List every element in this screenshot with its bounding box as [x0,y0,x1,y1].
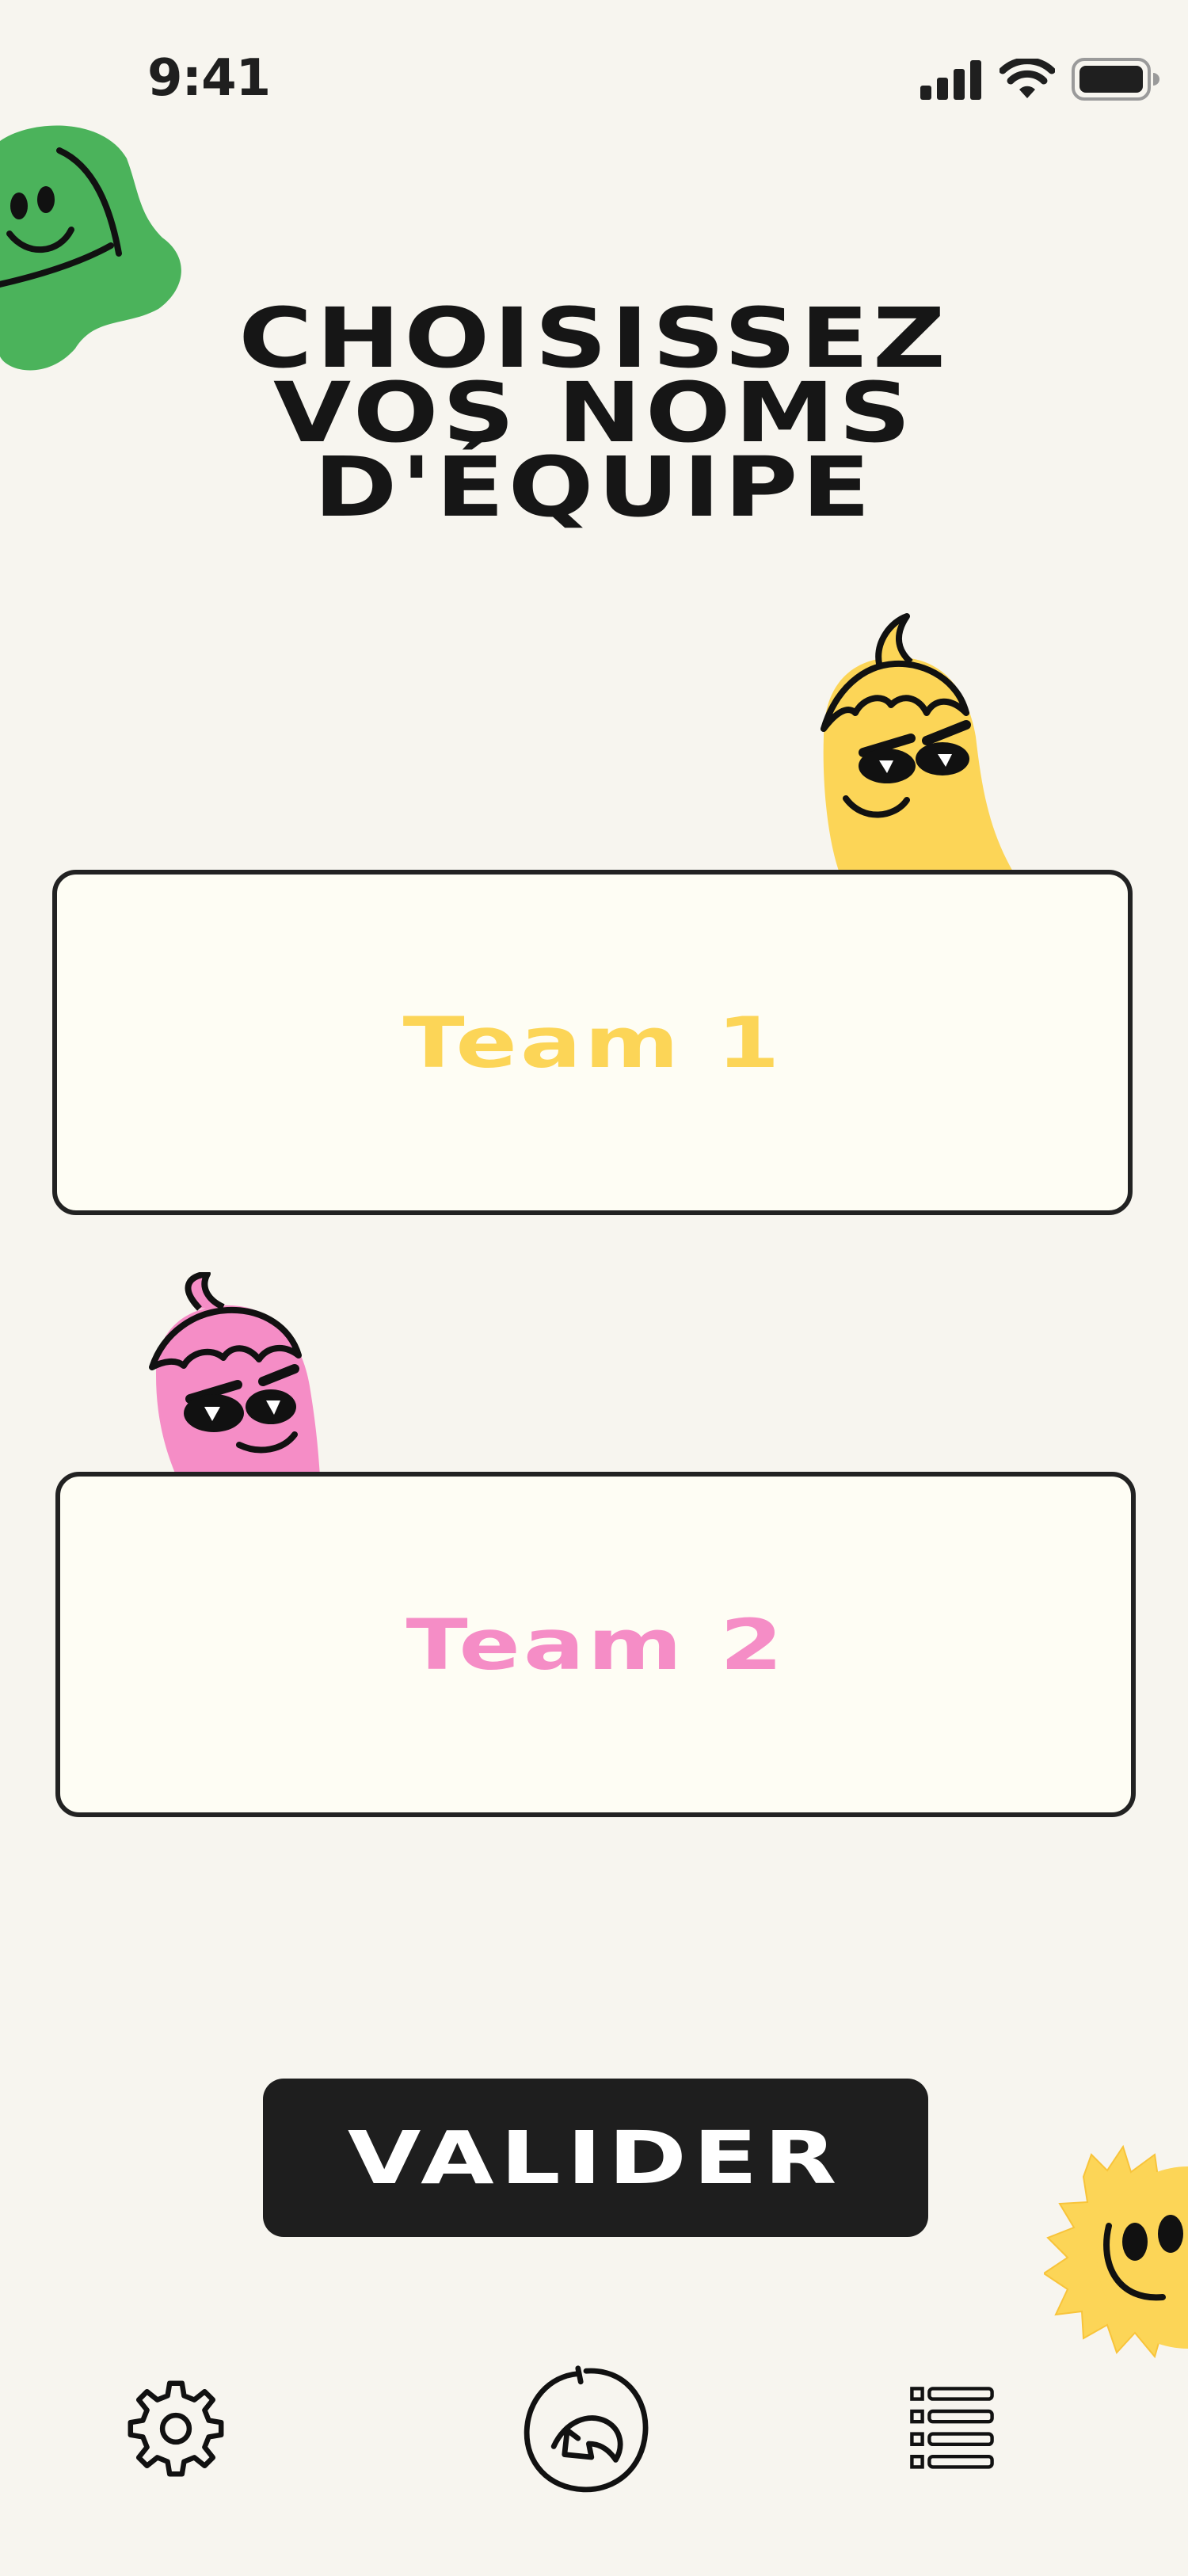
gear-icon [128,2380,224,2477]
wifi-icon [1000,59,1055,98]
pink-mascot [149,1272,320,1475]
sun-mascot [1044,2144,1188,2359]
page-title: CHOISISSEZ VOS NOMS D'ÉQUIPE [0,297,1188,535]
undo-button[interactable] [516,2361,656,2500]
team-1-name-field[interactable]: Team 1 [52,870,1133,1215]
team-1-placeholder: Team 1 [402,1001,782,1084]
team-2-name-field[interactable]: Team 2 [55,1472,1136,1817]
signal-icon [920,60,981,100]
validate-button-label: VALIDER [348,2115,843,2201]
list-icon [910,2387,994,2469]
status-time: 9:41 [147,49,271,108]
list-button[interactable] [903,2380,1001,2478]
team-2-placeholder: Team 2 [406,1603,786,1686]
undo-icon [524,2365,649,2493]
battery-icon [1072,58,1159,101]
yellow-mascot [821,613,1014,873]
settings-button[interactable] [120,2373,231,2484]
title-line-3: D'ÉQUIPE [314,439,874,535]
validate-button[interactable]: VALIDER [263,2079,928,2237]
